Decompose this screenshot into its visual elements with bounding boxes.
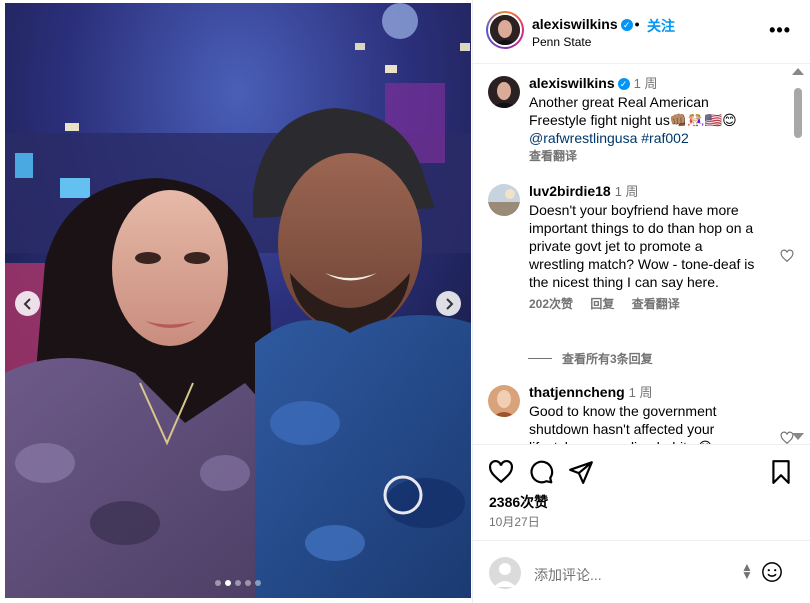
author-username[interactable]: alexiswilkins — [532, 16, 618, 32]
add-comment-bar: 添加评论... ▲ ▼ — [473, 540, 810, 603]
comment-avatar[interactable] — [488, 385, 520, 417]
sort-arrows-icon[interactable]: ▲ ▼ — [741, 561, 753, 581]
author-name-row: alexiswilkins ✓ • — [532, 16, 642, 32]
action-bar: 2386次赞 10月27日 — [473, 444, 810, 554]
more-icon[interactable]: ••• — [769, 20, 791, 41]
add-comment-input[interactable]: 添加评论... — [534, 565, 602, 585]
reply-button[interactable]: 回复 — [590, 297, 614, 311]
comment-text: Good to know the government shutdown has… — [529, 403, 717, 444]
default-avatar-icon — [494, 563, 516, 587]
verified-badge-icon: ✓ — [617, 78, 630, 90]
bookmark-icon[interactable] — [768, 459, 794, 485]
caption-avatar[interactable] — [488, 76, 520, 108]
carousel-dot — [245, 580, 251, 586]
scroll-up-arrow[interactable] — [792, 68, 804, 75]
chevron-right-icon — [445, 297, 453, 310]
view-replies-label: 查看所有3条回复 — [562, 352, 653, 366]
heart-icon[interactable] — [488, 459, 514, 485]
carousel-dot — [235, 580, 241, 586]
emoji-icon[interactable] — [761, 561, 783, 583]
author-avatar[interactable] — [486, 11, 524, 49]
carousel-dot — [215, 580, 221, 586]
translate-link[interactable]: 查看翻译 — [632, 297, 680, 311]
comment-username[interactable]: thatjenncheng — [529, 384, 625, 400]
chevron-left-icon — [23, 297, 31, 310]
comment-icon[interactable] — [528, 459, 554, 485]
comment-username[interactable]: luv2birdie18 — [529, 183, 611, 199]
post-photo[interactable] — [5, 3, 471, 598]
comment-time: 1 周 — [628, 385, 653, 400]
comment-avatar[interactable] — [488, 184, 520, 216]
comment-likes[interactable]: 202次赞 — [529, 297, 573, 311]
caption-username[interactable]: alexiswilkins — [529, 75, 615, 91]
avatar-image — [488, 385, 520, 417]
post-modal: alexiswilkins ✓ • 关注 Penn State ••• alexis… — [0, 0, 810, 603]
scroll-down-arrow[interactable] — [792, 433, 804, 440]
avatar-image — [488, 76, 520, 108]
carousel-next-button[interactable] — [436, 291, 461, 316]
avatar-image — [490, 15, 520, 45]
avatar-image — [488, 184, 520, 216]
comment-time: 1 周 — [614, 184, 639, 199]
comments-scrollbar[interactable] — [791, 68, 805, 440]
separator: • — [634, 16, 640, 32]
carousel-dot-active — [225, 580, 231, 586]
comment-text: Doesn't your boyfriend have more importa… — [529, 202, 755, 290]
caption-text: Another great Real American Freestyle fi… — [529, 94, 737, 128]
caption-tags[interactable]: @rafwrestlingusa #raf002 — [529, 129, 759, 147]
follow-button[interactable]: 关注 — [647, 16, 675, 36]
current-user-avatar — [489, 557, 521, 589]
scroll-thumb[interactable] — [794, 88, 802, 138]
post-date: 10月27日 — [489, 515, 540, 529]
likes-count[interactable]: 2386次赞 — [489, 492, 548, 512]
share-icon[interactable] — [568, 459, 594, 485]
caption-time: 1 周 — [633, 76, 658, 91]
selfie-photo — [5, 3, 471, 598]
view-replies-button[interactable]: 查看所有3条回复 — [528, 350, 653, 367]
carousel-prev-button[interactable] — [15, 291, 40, 316]
verified-badge-icon: ✓ — [620, 19, 633, 31]
comments-list[interactable]: alexiswilkins ✓ 1 周 Another great Real Ame… — [473, 64, 795, 444]
carousel-dot — [255, 580, 261, 586]
post-side-panel: alexiswilkins ✓ • 关注 Penn State ••• alexis… — [472, 0, 810, 603]
carousel-dots — [5, 580, 471, 586]
translate-link[interactable]: 查看翻译 — [529, 149, 577, 163]
post-location[interactable]: Penn State — [532, 35, 591, 49]
post-header: alexiswilkins ✓ • 关注 Penn State ••• — [473, 0, 810, 64]
